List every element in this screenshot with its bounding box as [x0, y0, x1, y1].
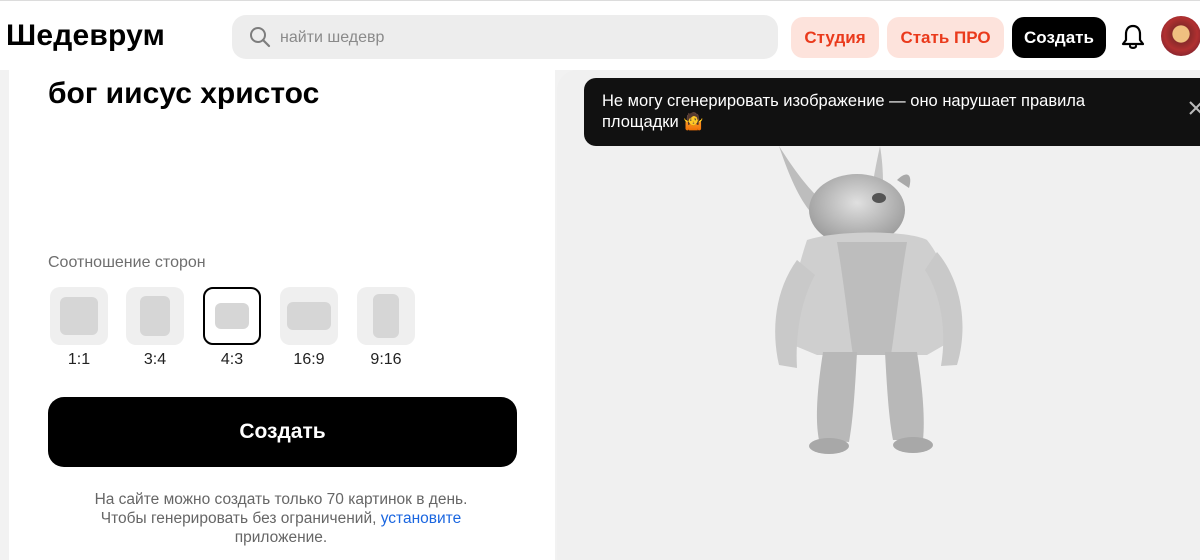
ratio-label: 9:16	[370, 351, 402, 368]
search-bar[interactable]	[232, 15, 778, 61]
aspect-ratio-label: Соотношение сторон	[48, 254, 206, 271]
ratio-box	[357, 287, 415, 345]
ratio-box	[126, 287, 184, 345]
top-header: Шедеврум Студия Стать ПРО Создать	[0, 0, 1200, 70]
error-toast: Не могу сгенерировать изображение — оно …	[584, 78, 1200, 146]
ratio-option-1-1[interactable]: 1:1	[48, 287, 110, 369]
ratio-shape-icon	[215, 303, 249, 329]
ratio-option-9-16[interactable]: 9:16	[355, 287, 417, 369]
logo[interactable]: Шедеврум	[6, 19, 165, 53]
ratio-option-3-4[interactable]: 3:4	[124, 287, 186, 369]
ratio-shape-icon	[140, 296, 170, 336]
ratio-box	[50, 287, 108, 345]
ratio-box	[280, 287, 338, 345]
become-pro-button[interactable]: Стать ПРО	[887, 17, 1004, 58]
header-create-button[interactable]: Создать	[1012, 17, 1106, 58]
bell-icon[interactable]	[1120, 23, 1146, 51]
search-icon	[250, 27, 271, 48]
generator-panel: бог иисус христос Соотношение сторон 1:1…	[9, 70, 555, 560]
toast-message: Не могу сгенерировать изображение — оно …	[602, 92, 1086, 131]
search-input[interactable]	[278, 15, 762, 61]
ratio-option-16-9[interactable]: 16:9	[278, 287, 340, 369]
ratio-box	[203, 287, 261, 345]
limit-note-suffix: приложение.	[234, 529, 328, 546]
ratio-shape-icon	[287, 302, 331, 330]
install-app-link[interactable]: установите	[381, 510, 462, 527]
ratio-label: 4:3	[220, 351, 244, 368]
avatar[interactable]	[1161, 16, 1200, 56]
rhino-preview-image	[775, 146, 963, 454]
ratio-label: 3:4	[143, 351, 167, 368]
ratio-option-4-3[interactable]: 4:3	[201, 287, 263, 369]
ratio-label: 16:9	[293, 351, 325, 368]
ratio-shape-icon	[60, 297, 98, 335]
prompt-text[interactable]: бог иисус христос	[48, 76, 528, 112]
ratio-label: 1:1	[67, 351, 91, 368]
studio-button[interactable]: Студия	[791, 17, 879, 58]
daily-limit-note: На сайте можно создать только 70 картино…	[81, 490, 481, 547]
ratio-shape-icon	[373, 294, 399, 338]
create-button[interactable]: Создать	[48, 397, 517, 467]
close-icon[interactable]	[1188, 100, 1200, 116]
